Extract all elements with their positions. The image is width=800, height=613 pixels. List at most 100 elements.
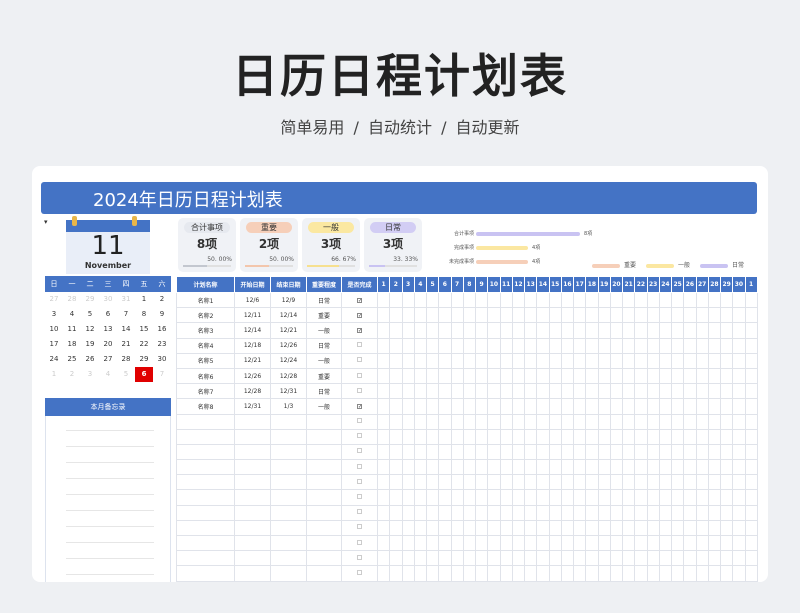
- calendar-day[interactable]: 25: [63, 352, 81, 367]
- gantt-cell[interactable]: [597, 519, 611, 537]
- importance-cell[interactable]: [306, 413, 342, 430]
- gantt-cell[interactable]: [634, 519, 648, 537]
- gantt-cell[interactable]: [658, 352, 673, 369]
- gantt-cell[interactable]: [401, 398, 415, 415]
- start-date-cell[interactable]: [234, 413, 271, 430]
- plan-name-cell[interactable]: [176, 428, 235, 445]
- gantt-cell[interactable]: [683, 367, 697, 385]
- gantt-cell[interactable]: [646, 322, 660, 339]
- gantt-cell[interactable]: [695, 459, 709, 476]
- gantt-cell[interactable]: [707, 489, 722, 506]
- gantt-cell[interactable]: [536, 550, 550, 567]
- end-date-cell[interactable]: 12/21: [270, 322, 307, 339]
- gantt-cell[interactable]: [462, 352, 477, 369]
- gantt-cell[interactable]: [462, 519, 477, 537]
- gantt-cell[interactable]: [646, 383, 660, 400]
- calendar-day[interactable]: 14: [117, 322, 135, 337]
- gantt-cell[interactable]: [376, 504, 391, 521]
- gantt-cell[interactable]: [425, 322, 440, 339]
- gantt-cell[interactable]: [474, 534, 489, 552]
- gantt-cell[interactable]: [634, 352, 648, 369]
- gantt-cell[interactable]: [683, 322, 697, 339]
- gantt-cell[interactable]: [536, 474, 550, 491]
- gantt-cell[interactable]: [548, 307, 562, 324]
- gantt-cell[interactable]: [621, 474, 636, 491]
- gantt-cell[interactable]: [597, 565, 611, 582]
- gantt-cell[interactable]: [597, 474, 611, 491]
- plan-name-cell[interactable]: 名称3: [176, 322, 235, 339]
- calendar-day[interactable]: 22: [135, 337, 153, 352]
- done-checkbox[interactable]: [357, 494, 362, 500]
- gantt-cell[interactable]: [462, 534, 477, 552]
- gantt-cell[interactable]: [597, 383, 611, 400]
- gantt-cell[interactable]: [474, 367, 489, 385]
- gantt-cell[interactable]: [707, 322, 722, 339]
- gantt-cell[interactable]: [683, 291, 697, 309]
- gantt-cell[interactable]: [450, 383, 464, 400]
- gantt-cell[interactable]: [425, 291, 440, 309]
- gantt-cell[interactable]: [732, 428, 746, 445]
- gantt-cell[interactable]: [474, 519, 489, 537]
- gantt-cell[interactable]: [438, 367, 452, 385]
- gantt-cell[interactable]: [536, 367, 550, 385]
- gantt-cell[interactable]: [572, 489, 587, 506]
- gantt-cell[interactable]: [548, 428, 562, 445]
- gantt-cell[interactable]: [487, 428, 501, 445]
- importance-cell[interactable]: [306, 565, 342, 582]
- calendar-day[interactable]: 27: [45, 292, 63, 307]
- gantt-cell[interactable]: [487, 459, 501, 476]
- calendar-day[interactable]: 21: [117, 337, 135, 352]
- gantt-cell[interactable]: [597, 291, 611, 309]
- gantt-cell[interactable]: [732, 519, 746, 537]
- gantt-cell[interactable]: [658, 398, 673, 415]
- gantt-cell[interactable]: [646, 519, 660, 537]
- gantt-cell[interactable]: [695, 367, 709, 385]
- gantt-cell[interactable]: [401, 443, 415, 461]
- gantt-cell[interactable]: [438, 352, 452, 369]
- gantt-cell[interactable]: [425, 337, 440, 354]
- calendar-day[interactable]: 3: [45, 307, 63, 322]
- gantt-cell[interactable]: [450, 322, 464, 339]
- gantt-cell[interactable]: [413, 519, 428, 537]
- plan-name-cell[interactable]: 名称2: [176, 307, 235, 324]
- done-checkbox[interactable]: [357, 372, 362, 378]
- calendar-day[interactable]: 30: [99, 292, 117, 307]
- gantt-cell[interactable]: [536, 459, 550, 476]
- gantt-cell[interactable]: [597, 443, 611, 461]
- gantt-cell[interactable]: [585, 534, 599, 552]
- gantt-cell[interactable]: [560, 428, 575, 445]
- gantt-cell[interactable]: [621, 504, 636, 521]
- gantt-cell[interactable]: [450, 443, 464, 461]
- gantt-cell[interactable]: [683, 352, 697, 369]
- gantt-cell[interactable]: [450, 352, 464, 369]
- plan-name-cell[interactable]: 名称5: [176, 352, 235, 369]
- gantt-cell[interactable]: [585, 504, 599, 521]
- gantt-cell[interactable]: [744, 307, 758, 324]
- end-date-cell[interactable]: 12/24: [270, 352, 307, 369]
- gantt-cell[interactable]: [634, 534, 648, 552]
- done-checkbox[interactable]: [357, 403, 362, 409]
- done-checkbox[interactable]: [357, 448, 362, 454]
- gantt-cell[interactable]: [413, 337, 428, 354]
- gantt-cell[interactable]: [462, 489, 477, 506]
- gantt-cell[interactable]: [438, 489, 452, 506]
- importance-cell[interactable]: [306, 504, 342, 521]
- gantt-cell[interactable]: [511, 337, 526, 354]
- gantt-cell[interactable]: [536, 352, 550, 369]
- end-date-cell[interactable]: [270, 489, 307, 506]
- calendar-day[interactable]: 20: [99, 337, 117, 352]
- gantt-cell[interactable]: [585, 550, 599, 567]
- gantt-cell[interactable]: [658, 428, 673, 445]
- gantt-cell[interactable]: [511, 550, 526, 567]
- gantt-cell[interactable]: [560, 504, 575, 521]
- gantt-cell[interactable]: [523, 337, 538, 354]
- done-checkbox[interactable]: [357, 539, 362, 545]
- gantt-cell[interactable]: [744, 291, 758, 309]
- done-checkbox[interactable]: [357, 312, 362, 318]
- done-checkbox[interactable]: [357, 387, 362, 393]
- gantt-cell[interactable]: [707, 519, 722, 537]
- gantt-cell[interactable]: [462, 291, 477, 309]
- gantt-cell[interactable]: [511, 383, 526, 400]
- done-cell[interactable]: [341, 565, 378, 582]
- gantt-cell[interactable]: [499, 550, 513, 567]
